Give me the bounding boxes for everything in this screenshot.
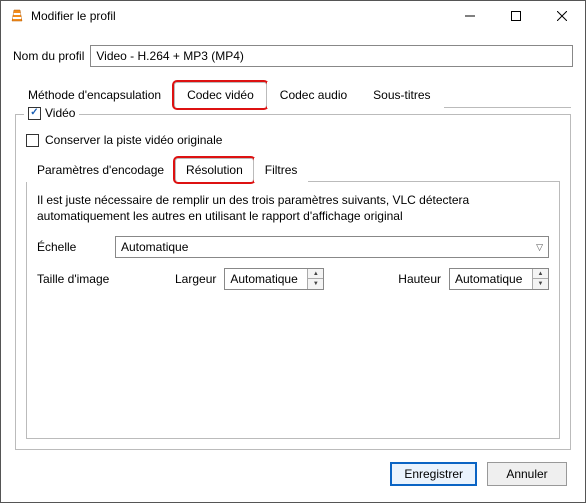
tab-video-codec[interactable]: Codec vidéo [174,82,267,108]
close-button[interactable] [539,1,585,31]
video-legend: Vidéo [24,106,79,120]
footer-buttons: Enregistrer Annuler [13,452,573,490]
width-spinbox[interactable]: Automatique ▲ ▼ [224,268,324,290]
width-label: Largeur [175,272,216,286]
profile-name-label: Nom du profil [13,49,84,63]
minimize-button[interactable] [447,1,493,31]
subtab-filters[interactable]: Filtres [254,158,309,182]
video-legend-label: Vidéo [45,106,75,120]
save-button[interactable]: Enregistrer [390,462,477,486]
width-spin-up[interactable]: ▲ [308,269,323,279]
scale-row: Échelle Automatique ▽ [37,236,549,258]
scale-label: Échelle [37,240,107,254]
subtab-encoding[interactable]: Paramètres d'encodage [26,158,175,182]
height-spin-down[interactable]: ▼ [533,279,548,289]
content-area: Nom du profil Méthode d'encapsulation Co… [1,31,585,502]
preserve-original-label: Conserver la piste vidéo originale [45,133,222,147]
height-label: Hauteur [398,272,441,286]
title-bar: Modifier le profil [1,1,585,31]
profile-name-input[interactable] [90,45,573,67]
height-spinbox[interactable]: Automatique ▲ ▼ [449,268,549,290]
scale-select[interactable]: Automatique ▽ [115,236,549,258]
window: Modifier le profil Nom du profil Méthode… [0,0,586,503]
scale-value: Automatique [121,240,188,254]
resolution-info: Il est juste nécessaire de remplir un de… [37,192,549,224]
window-buttons [447,1,585,31]
profile-name-row: Nom du profil [13,45,573,67]
height-value: Automatique [450,272,532,286]
cancel-button[interactable]: Annuler [487,462,567,486]
framesize-row: Taille d'image Largeur Automatique ▲ ▼ H… [37,268,549,290]
width-value: Automatique [225,272,307,286]
height-spin-buttons: ▲ ▼ [532,269,548,289]
width-spin-down[interactable]: ▼ [308,279,323,289]
video-checkbox[interactable] [28,107,41,120]
window-title: Modifier le profil [31,9,447,23]
main-tabs: Méthode d'encapsulation Codec vidéo Code… [15,81,571,108]
subtab-resolution[interactable]: Résolution [175,158,254,182]
height-spin-up[interactable]: ▲ [533,269,548,279]
preserve-original-checkbox[interactable] [26,134,39,147]
chevron-down-icon: ▽ [536,242,543,253]
preserve-row: Conserver la piste vidéo originale [26,133,560,147]
tab-encapsulation[interactable]: Méthode d'encapsulation [15,82,174,108]
width-spin-buttons: ▲ ▼ [307,269,323,289]
resolution-panel: Il est juste nécessaire de remplir un de… [26,182,560,439]
maximize-button[interactable] [493,1,539,31]
framesize-label: Taille d'image [37,272,167,286]
video-section: Vidéo Conserver la piste vidéo originale… [15,114,571,450]
tab-audio-codec[interactable]: Codec audio [267,82,360,108]
video-subtabs: Paramètres d'encodage Résolution Filtres [26,157,560,182]
vlc-icon [9,8,25,24]
tab-subtitles[interactable]: Sous-titres [360,82,443,108]
